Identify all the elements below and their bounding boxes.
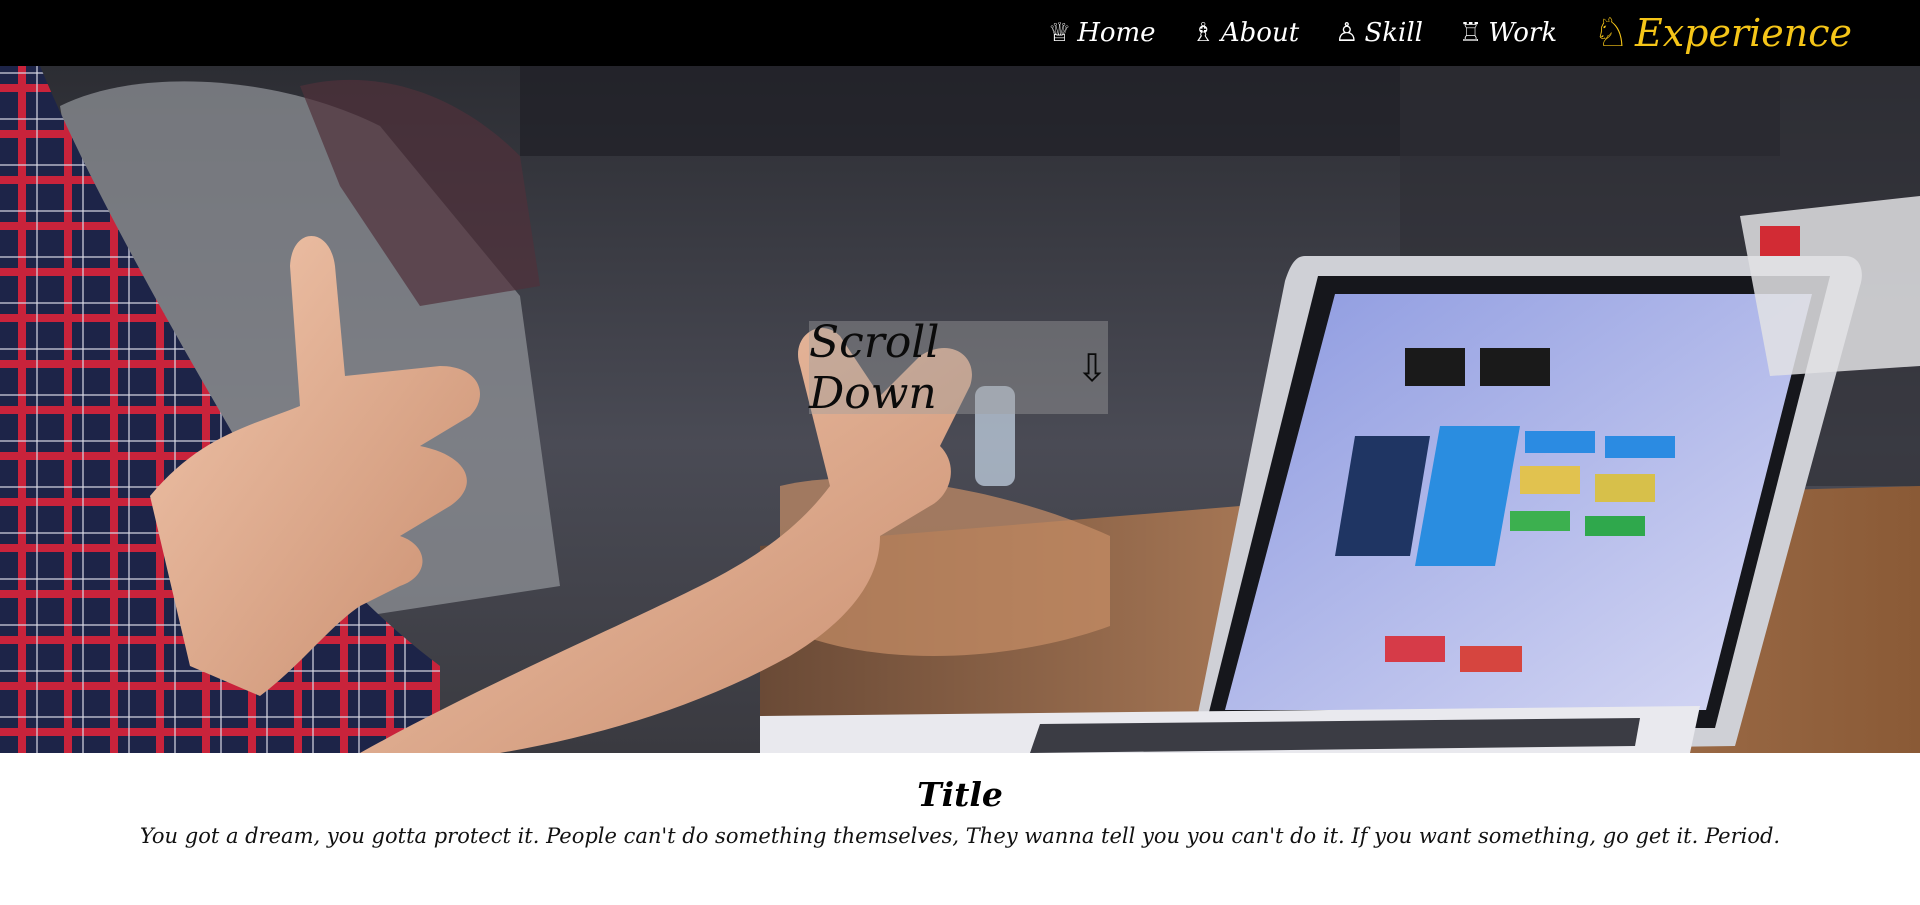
intro-section: Title You got a dream, you gotta protect… (0, 753, 1920, 905)
nav-item-experience[interactable]: ♘ Experience (1593, 10, 1852, 56)
chess-rook-icon: ♖ (1458, 18, 1483, 48)
nav-item-skill[interactable]: ♙ Skill (1335, 18, 1423, 48)
nav-item-home[interactable]: ♕ Home (1048, 18, 1156, 48)
nav-item-work[interactable]: ♖ Work (1459, 18, 1557, 48)
chess-bishop-icon: ♗ (1191, 18, 1215, 48)
chess-queen-icon: ♕ (1047, 18, 1072, 48)
chess-knight-icon: ♘ (1593, 10, 1629, 56)
nav-item-label: Skill (1364, 18, 1423, 48)
hero-banner: Scroll Down ⇩ (0, 66, 1920, 753)
arrow-down-icon: ⇩ (1076, 345, 1108, 390)
scroll-down-button[interactable]: Scroll Down ⇩ (809, 317, 1108, 419)
nav-item-label: Work (1488, 18, 1558, 48)
nav-item-label: Home (1077, 18, 1156, 48)
section-title: Title (917, 775, 1003, 814)
chess-pawn-icon: ♙ (1335, 18, 1359, 48)
nav-item-label: About (1220, 18, 1300, 48)
nav-item-label: Experience (1634, 11, 1852, 55)
section-paragraph: You got a dream, you gotta protect it. P… (139, 824, 1781, 848)
main-nav: ♕ Home ♗ About ♙ Skill ♖ Work ♘ Experien… (1048, 0, 1852, 66)
scroll-down-label: Scroll Down (809, 316, 940, 419)
top-navbar: ♕ Home ♗ About ♙ Skill ♖ Work ♘ Experien… (0, 0, 1920, 66)
nav-item-about[interactable]: ♗ About (1192, 18, 1300, 48)
